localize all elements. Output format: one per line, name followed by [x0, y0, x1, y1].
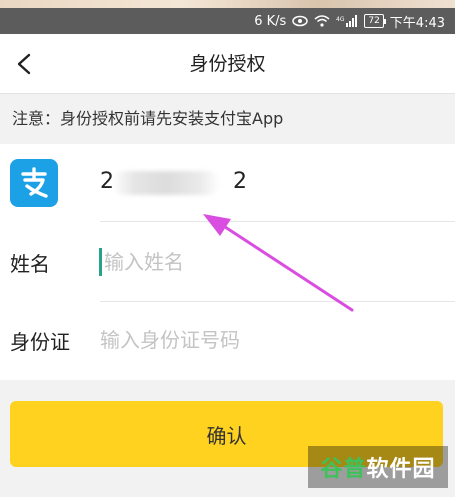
account-mask	[112, 171, 220, 195]
account-row: 22	[0, 144, 455, 222]
auth-form: 22 姓名 身份证	[0, 144, 455, 380]
status-bar: 6 K/s 4G 72 下午4:43	[0, 8, 455, 34]
chevron-left-icon	[17, 53, 31, 75]
id-number-input[interactable]	[100, 322, 430, 358]
notice-text: 注意：身份授权前请先安装支付宝App	[0, 94, 455, 144]
name-label: 姓名	[10, 252, 50, 276]
alipay-icon	[10, 159, 58, 207]
name-row: 姓名	[0, 222, 455, 302]
network-speed: 6 K/s	[254, 13, 287, 29]
battery-icon: 72	[364, 14, 387, 28]
back-button[interactable]	[8, 48, 40, 80]
svg-text:4G: 4G	[336, 16, 345, 23]
clock: 下午4:43	[389, 15, 445, 31]
watermark-logo: 谷普 软件园	[308, 446, 448, 488]
page-title: 身份授权	[189, 53, 266, 75]
wifi-icon	[314, 15, 330, 27]
title-bar: 身份授权	[0, 34, 455, 94]
top-photo-strip	[0, 0, 455, 8]
id-row: 身份证	[0, 302, 455, 380]
account-end: 2	[233, 169, 248, 194]
signal-icon: 4G	[336, 15, 358, 27]
name-input[interactable]	[100, 244, 434, 280]
eye-icon	[292, 15, 309, 27]
id-label: 身份证	[10, 330, 70, 354]
